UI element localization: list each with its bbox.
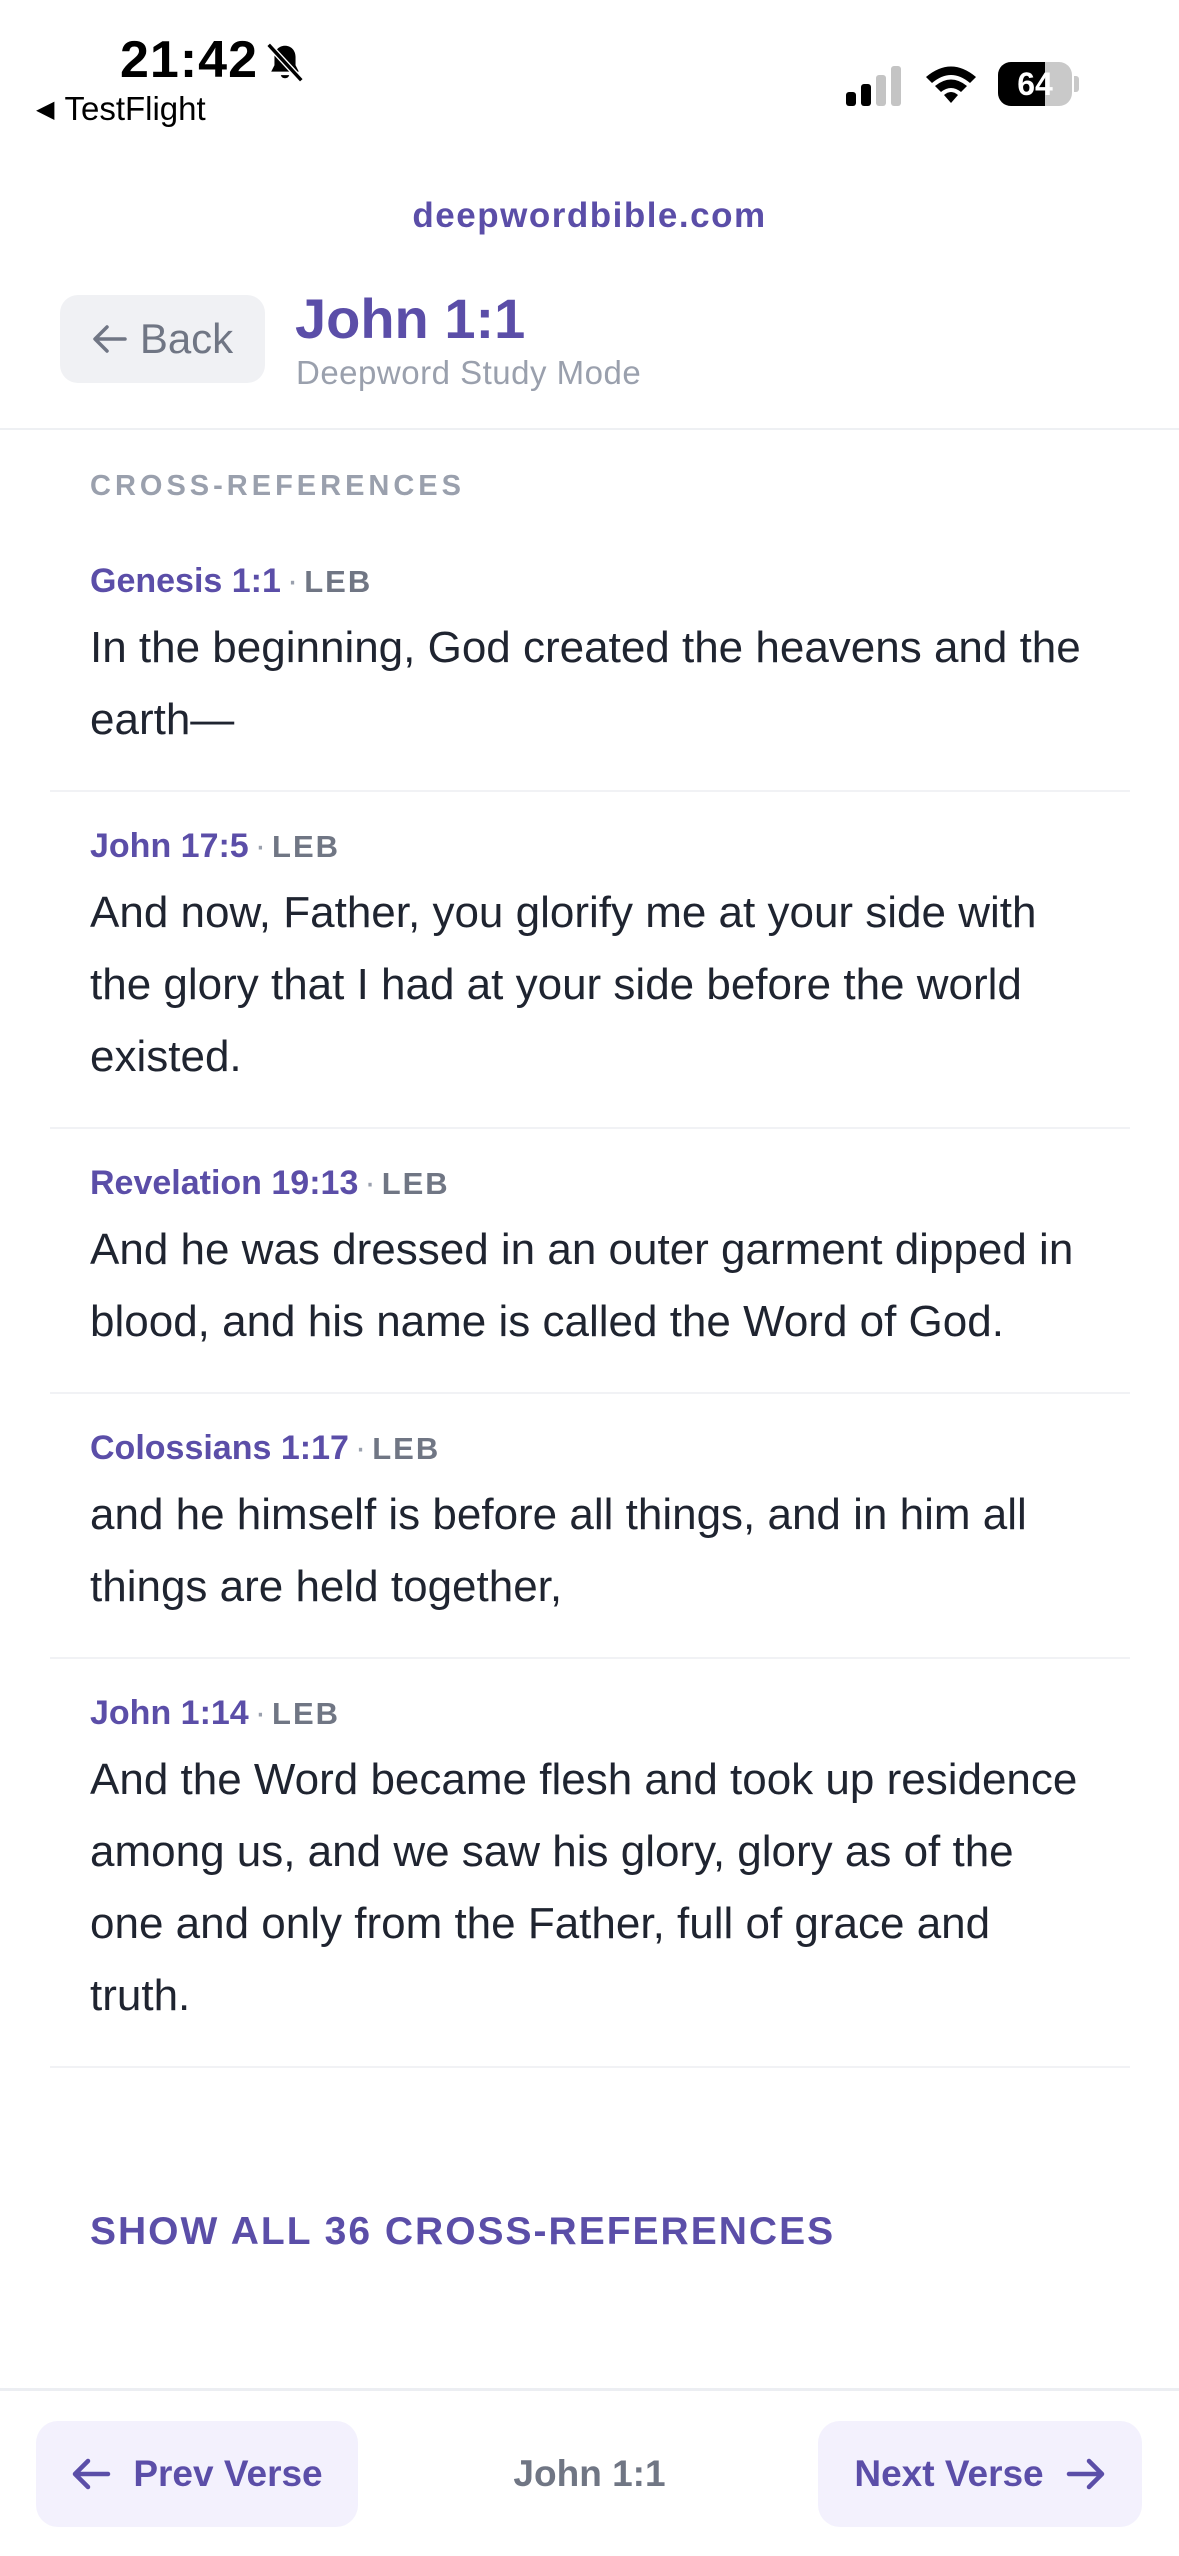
version-label: LEB (272, 1696, 341, 1731)
bell-slash-icon (266, 42, 304, 83)
cross-reference-item[interactable]: Genesis 1:1 · LEB In the beginning, God cr… (50, 535, 1130, 792)
arrow-left-icon (73, 2458, 111, 2490)
version-label: LEB (304, 564, 373, 599)
cross-reference-header: Revelation 19:13 · LEB (90, 1164, 450, 1202)
wifi-icon (926, 66, 976, 103)
cross-reference-item[interactable]: Colossians 1:17 · LEB and he himself is be… (50, 1394, 1130, 1659)
next-verse-label: Next Verse (854, 2453, 1044, 2494)
site-url[interactable]: deepwordbible.com (0, 196, 1179, 236)
arrow-left-icon (93, 325, 127, 353)
battery-level: 64 (1017, 66, 1053, 102)
show-all-cross-references-link[interactable]: SHOW ALL 36 CROSS-REFERENCES (90, 2210, 835, 2254)
reference-link[interactable]: Revelation 19:13 (90, 1164, 358, 1202)
reference-link[interactable]: John 17:5 (90, 827, 249, 865)
version-label: LEB (381, 1166, 450, 1201)
cellular-signal-icon (846, 66, 901, 106)
cross-reference-header: Genesis 1:1 · LEB (90, 562, 373, 600)
next-verse-button[interactable]: Next Verse (818, 2421, 1142, 2527)
verse-text: And now, Father, you glorify me at your … (90, 888, 1037, 1081)
section-label: CROSS-REFERENCES (90, 470, 465, 502)
header-divider (0, 428, 1179, 430)
reference-link[interactable]: Genesis 1:1 (90, 562, 281, 600)
reference-link[interactable]: Colossians 1:17 (90, 1429, 349, 1467)
verse-text: And he was dressed in an outer garment d… (90, 1225, 1074, 1346)
back-triangle-icon: ◀ (36, 96, 55, 123)
status-time: 21:42 (120, 31, 258, 89)
page-subtitle: Deepword Study Mode (296, 354, 642, 391)
cross-reference-item[interactable]: Revelation 19:13 · LEB And he was dressed … (50, 1129, 1130, 1394)
verse-text: And the Word became flesh and took up re… (90, 1755, 1078, 2020)
battery-icon: 64 (998, 62, 1079, 106)
back-button[interactable]: Back (60, 295, 265, 383)
status-bar: 21:42 ◀ TestFlight 64 (0, 0, 1179, 140)
cross-reference-item[interactable]: John 17:5 · LEB And now, Father, you glori… (50, 792, 1130, 1129)
back-button-label: Back (139, 315, 234, 362)
cross-reference-header: Colossians 1:17 · LEB (90, 1429, 441, 1467)
cross-reference-header: John 17:5 · LEB (90, 827, 341, 865)
cross-reference-list: Genesis 1:1 · LEB In the beginning, God cr… (50, 535, 1130, 2068)
reference-link[interactable]: John 1:14 (90, 1694, 249, 1732)
page-title: John 1:1 (295, 287, 526, 350)
back-to-app-link[interactable]: ◀ TestFlight (36, 90, 206, 128)
verse-text: and he himself is before all things, and… (90, 1490, 1027, 1611)
cross-reference-item[interactable]: John 1:14 · LEB And the Word became flesh … (50, 1659, 1130, 2068)
bottom-nav-bar: Prev Verse John 1:1 Next Verse (0, 2388, 1179, 2556)
verse-text: In the beginning, God created the heaven… (90, 623, 1081, 744)
arrow-right-icon (1066, 2458, 1104, 2490)
version-label: LEB (372, 1431, 441, 1466)
prev-verse-button[interactable]: Prev Verse (36, 2421, 358, 2527)
prev-verse-label: Prev Verse (133, 2453, 323, 2494)
version-label: LEB (272, 829, 341, 864)
cross-reference-header: John 1:14 · LEB (90, 1694, 341, 1732)
